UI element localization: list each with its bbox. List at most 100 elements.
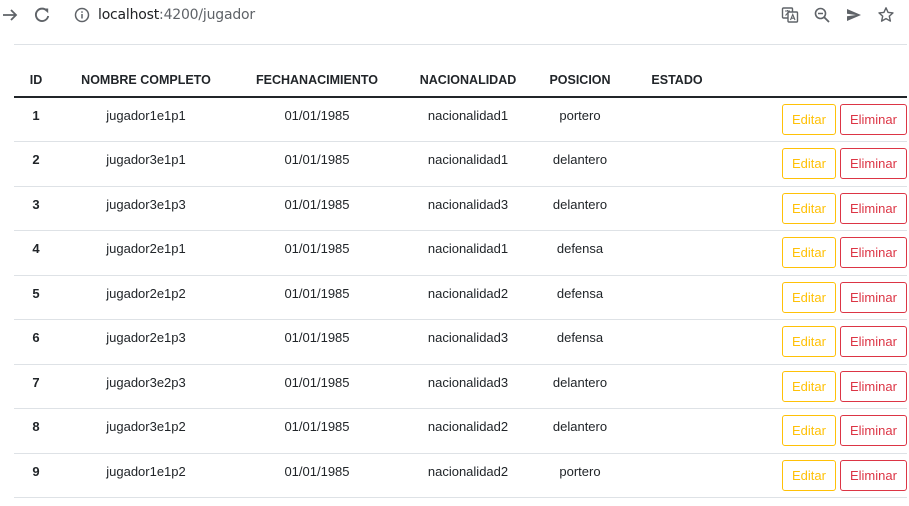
edit-button[interactable]: Editar (782, 281, 836, 313)
cell-nacionalidad: nacionalidad3 (400, 186, 536, 231)
cell-posicion: delantero (536, 364, 624, 409)
table-header-row: ID NOMBRE COMPLETO FECHANACIMIENTO NACIO… (14, 63, 907, 98)
cell-nombre: jugador1e1p2 (58, 453, 234, 498)
column-header-fecha: FECHANACIMIENTO (234, 63, 400, 98)
edit-button[interactable]: Editar (782, 237, 836, 269)
cell-actions: Editar Eliminar (730, 453, 907, 498)
table-row: 9 jugador1e1p2 01/01/1985 nacionalidad2 port… (14, 453, 907, 498)
cell-posicion: delantero (536, 141, 624, 187)
cell-id: 9 (14, 453, 58, 498)
cell-nombre: jugador1e1p1 (58, 97, 234, 142)
cell-nombre: jugador3e1p3 (58, 186, 234, 231)
cell-nacionalidad: nacionalidad2 (400, 408, 536, 454)
cell-id: 6 (14, 319, 58, 365)
browser-toolbar: localhost:4200/jugador (0, 0, 909, 31)
cell-fecha: 01/01/1985 (234, 453, 400, 498)
cell-estado (624, 319, 730, 365)
forward-arrow-icon[interactable] (0, 5, 20, 25)
cell-estado (624, 97, 730, 142)
cell-id: 4 (14, 230, 58, 276)
column-header-id: ID (14, 63, 58, 98)
cell-estado (624, 408, 730, 454)
table-row: 5 jugador2e1p2 01/01/1985 nacionalidad2 defe… (14, 275, 907, 320)
cell-fecha: 01/01/1985 (234, 141, 400, 187)
send-icon[interactable] (844, 5, 864, 25)
cell-posicion: defensa (536, 275, 624, 320)
cell-actions: Editar Eliminar (730, 97, 907, 142)
cell-posicion: portero (536, 97, 624, 142)
bookmark-star-icon[interactable] (876, 5, 896, 25)
cell-nombre: jugador2e1p2 (58, 275, 234, 320)
cell-nombre: jugador3e1p1 (58, 141, 234, 187)
zoom-out-icon[interactable] (812, 5, 832, 25)
url-host: localhost (98, 7, 160, 23)
cell-nombre: jugador3e2p3 (58, 364, 234, 409)
edit-button[interactable]: Editar (782, 326, 836, 358)
divider (14, 44, 907, 45)
cell-nombre: jugador3e1p2 (58, 408, 234, 454)
cell-nacionalidad: nacionalidad2 (400, 453, 536, 498)
column-header-posicion: POSICION (536, 63, 624, 98)
cell-estado (624, 364, 730, 409)
cell-nombre: jugador2e1p3 (58, 319, 234, 365)
table-row: 7 jugador3e2p3 01/01/1985 nacionalidad3 dela… (14, 364, 907, 409)
cell-estado (624, 453, 730, 498)
cell-nacionalidad: nacionalidad3 (400, 364, 536, 409)
cell-posicion: delantero (536, 408, 624, 454)
delete-button[interactable]: Eliminar (839, 370, 907, 402)
cell-estado (624, 141, 730, 187)
table-row: 1 jugador1e1p1 01/01/1985 nacionalidad1 port… (14, 97, 907, 142)
cell-actions: Editar Eliminar (730, 275, 907, 320)
edit-button[interactable]: Editar (782, 148, 836, 180)
edit-button[interactable]: Editar (782, 192, 836, 224)
delete-button[interactable]: Eliminar (839, 326, 907, 358)
cell-id: 3 (14, 186, 58, 231)
cell-fecha: 01/01/1985 (234, 319, 400, 365)
reload-icon[interactable] (32, 5, 52, 25)
edit-button[interactable]: Editar (782, 104, 836, 135)
table-row: 8 jugador3e1p2 01/01/1985 nacionalidad2 dela… (14, 408, 907, 454)
cell-posicion: portero (536, 453, 624, 498)
cell-id: 7 (14, 364, 58, 409)
cell-estado (624, 275, 730, 320)
edit-button[interactable]: Editar (782, 459, 836, 491)
cell-actions: Editar Eliminar (730, 364, 907, 409)
url-path: :4200/jugador (159, 7, 255, 23)
table-row: 3 jugador3e1p3 01/01/1985 nacionalidad3 dela… (14, 186, 907, 231)
cell-fecha: 01/01/1985 (234, 275, 400, 320)
jugadores-table: ID NOMBRE COMPLETO FECHANACIMIENTO NACIO… (14, 63, 907, 498)
cell-actions: Editar Eliminar (730, 319, 907, 365)
translate-icon[interactable] (780, 5, 800, 25)
cell-fecha: 01/01/1985 (234, 364, 400, 409)
delete-button[interactable]: Eliminar (839, 104, 907, 135)
table-row: 2 jugador3e1p1 01/01/1985 nacionalidad1 dela… (14, 141, 907, 187)
cell-nacionalidad: nacionalidad1 (400, 141, 536, 187)
delete-button[interactable]: Eliminar (839, 148, 907, 180)
delete-button[interactable]: Eliminar (839, 237, 907, 269)
column-header-nacionalidad: NACIONALIDAD (400, 63, 536, 98)
cell-actions: Editar Eliminar (730, 408, 907, 454)
column-header-estado: ESTADO (624, 63, 730, 98)
cell-actions: Editar Eliminar (730, 141, 907, 187)
table-row: 4 jugador2e1p1 01/01/1985 nacionalidad1 defe… (14, 230, 907, 276)
edit-button[interactable]: Editar (782, 415, 836, 447)
cell-actions: Editar Eliminar (730, 230, 907, 276)
address-bar-url[interactable]: localhost:4200/jugador (98, 7, 255, 23)
cell-estado (624, 186, 730, 231)
delete-button[interactable]: Eliminar (839, 415, 907, 447)
cell-fecha: 01/01/1985 (234, 230, 400, 276)
cell-fecha: 01/01/1985 (234, 186, 400, 231)
delete-button[interactable]: Eliminar (839, 192, 907, 224)
cell-id: 5 (14, 275, 58, 320)
cell-nacionalidad: nacionalidad2 (400, 275, 536, 320)
delete-button[interactable]: Eliminar (839, 459, 907, 491)
edit-button[interactable]: Editar (782, 370, 836, 402)
cell-fecha: 01/01/1985 (234, 408, 400, 454)
cell-estado (624, 230, 730, 276)
cell-nacionalidad: nacionalidad1 (400, 97, 536, 142)
info-icon[interactable] (72, 5, 92, 25)
cell-posicion: defensa (536, 319, 624, 365)
column-header-nombre: NOMBRE COMPLETO (58, 63, 234, 98)
delete-button[interactable]: Eliminar (839, 281, 907, 313)
cell-nacionalidad: nacionalidad3 (400, 319, 536, 365)
